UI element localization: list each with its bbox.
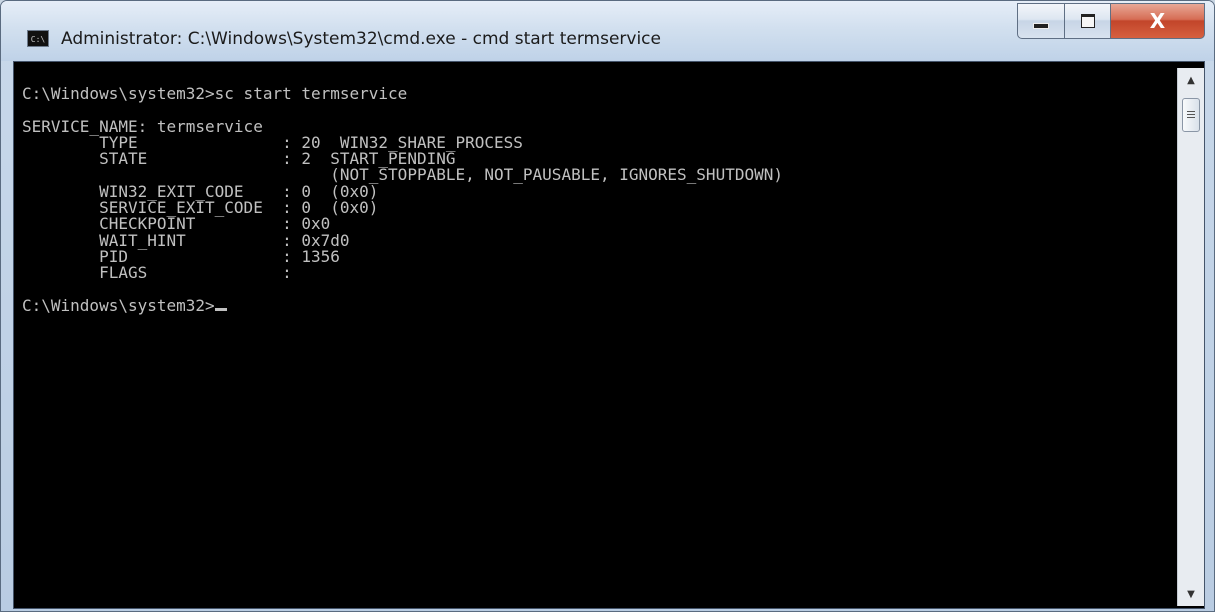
console-output[interactable]: C:\Windows\system32>sc start termservice…: [22, 86, 1172, 606]
caption-buttons: X: [1017, 3, 1207, 39]
console-prompt: C:\Windows\system32>: [22, 295, 215, 315]
grip-icon: [1187, 111, 1195, 119]
scroll-down-arrow-icon[interactable]: ▼: [1178, 582, 1204, 606]
scroll-up-arrow-icon[interactable]: ▲: [1178, 68, 1204, 92]
title-bar[interactable]: C:\ Administrator: C:\Windows\System32\c…: [1, 1, 1214, 61]
console-line: FLAGS :: [22, 263, 292, 283]
console-area[interactable]: C:\Windows\system32>sc start termservice…: [13, 61, 1205, 609]
close-icon: X: [1149, 9, 1166, 33]
window-title: Administrator: C:\Windows\System32\cmd.e…: [61, 29, 661, 49]
minimize-button[interactable]: [1017, 3, 1065, 39]
maximize-button[interactable]: [1065, 3, 1111, 39]
maximize-icon: [1080, 14, 1095, 28]
minimize-icon: [1033, 23, 1049, 29]
cmd-app-icon[interactable]: C:\: [27, 30, 49, 47]
text-cursor: [214, 307, 227, 311]
console-line: C:\Windows\system32>sc start termservice: [22, 86, 408, 103]
close-button[interactable]: X: [1111, 3, 1205, 39]
console-lines: C:\Windows\system32>sc start termservice…: [22, 86, 1172, 298]
scrollbar-thumb[interactable]: [1182, 98, 1200, 132]
cmd-window: C:\ Administrator: C:\Windows\System32\c…: [0, 0, 1215, 612]
vertical-scrollbar[interactable]: ▲ ▼: [1177, 68, 1204, 606]
